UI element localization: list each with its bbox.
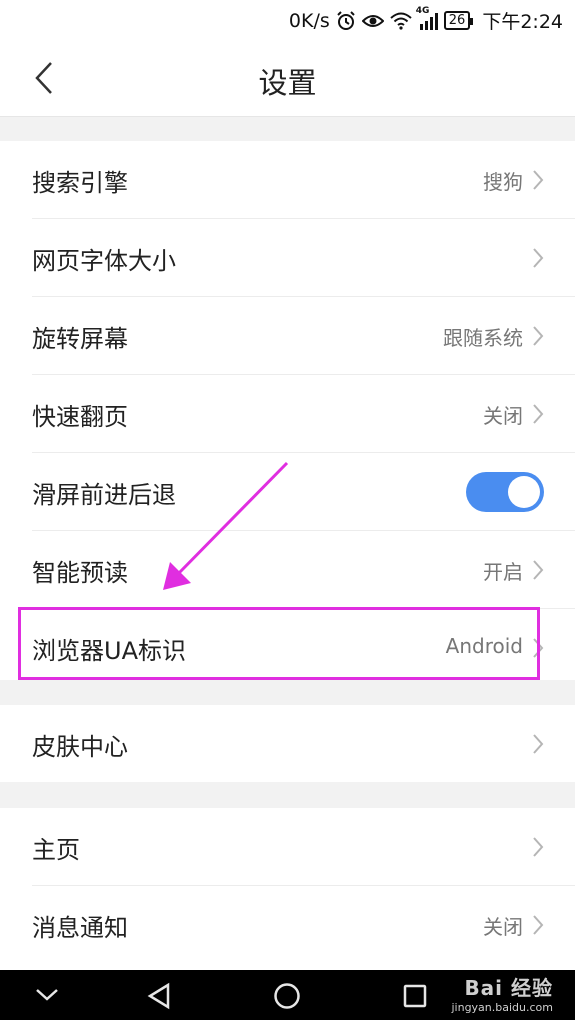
watermark-logo: Bai 经验 bbox=[464, 976, 553, 1000]
watermark: Bai 经验 jingyan.baidu.com bbox=[451, 972, 553, 1014]
system-nav-bar: Bai 经验 jingyan.baidu.com bbox=[0, 970, 575, 1020]
screen: 0K/s 4G 26 下午2:24 设置 搜索引擎 搜狗 网页字体大小 旋转屏幕… bbox=[0, 0, 575, 1020]
home-circle-icon[interactable] bbox=[273, 982, 301, 1010]
back-triangle-icon[interactable] bbox=[146, 982, 172, 1010]
annotation-arrow bbox=[163, 461, 289, 590]
watermark-url: jingyan.baidu.com bbox=[451, 1001, 553, 1014]
collapse-icon[interactable] bbox=[34, 986, 60, 1004]
recents-square-icon[interactable] bbox=[402, 982, 428, 1010]
